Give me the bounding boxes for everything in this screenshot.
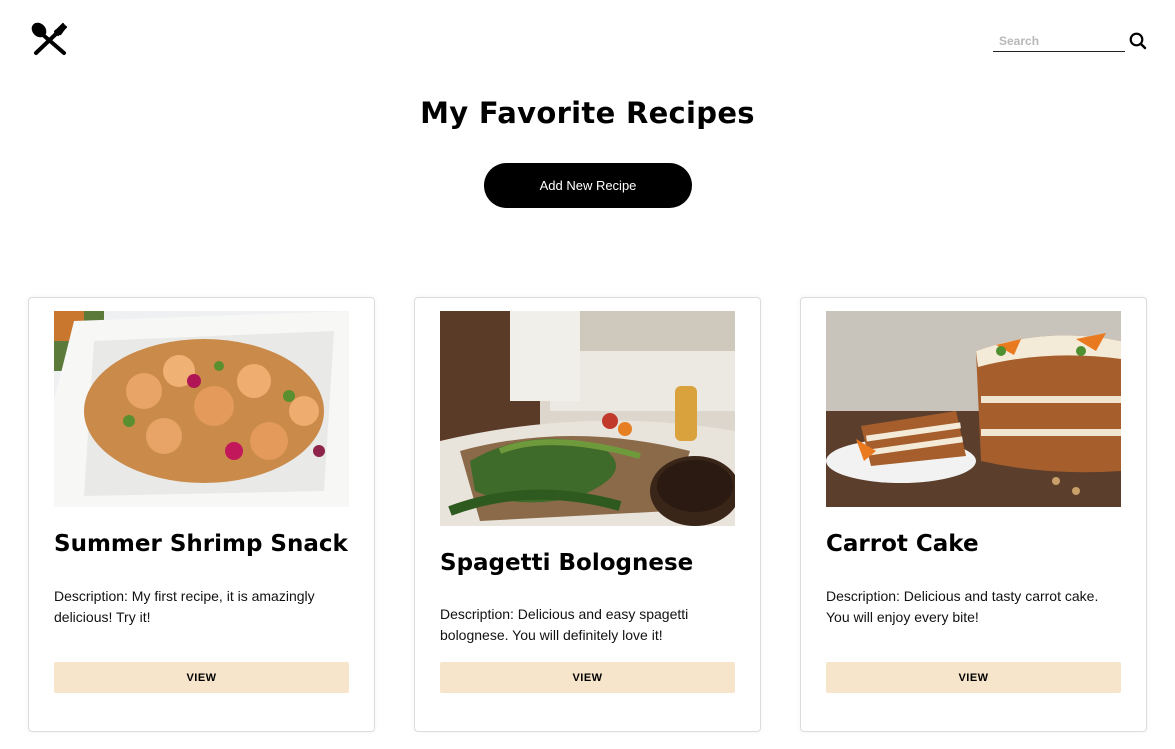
recipe-description: Description: My first recipe, it is amaz…: [54, 588, 315, 625]
search-icon[interactable]: [1129, 32, 1147, 50]
view-recipe-button[interactable]: VIEW: [826, 662, 1121, 693]
recipe-card: Summer Shrimp Snack Description: My firs…: [28, 297, 375, 732]
recipe-title: Spagetti Bolognese: [440, 550, 694, 576]
view-recipe-button[interactable]: VIEW: [54, 662, 349, 693]
recipe-description: Description: Delicious and easy spagetti…: [440, 606, 689, 643]
fork-knife-logo-icon[interactable]: [30, 22, 70, 56]
search-input[interactable]: [993, 30, 1125, 52]
carrot-cake-slice-photo: [826, 311, 1121, 507]
recipe-title: Summer Shrimp Snack: [54, 531, 348, 557]
add-new-recipe-button[interactable]: Add New Recipe: [484, 163, 692, 208]
search-bar: [993, 28, 1148, 54]
recipe-card: Carrot Cake Description: Delicious and t…: [800, 297, 1147, 732]
view-recipe-button[interactable]: VIEW: [440, 662, 735, 693]
chef-chopping-vegetables-photo: [440, 311, 735, 526]
recipe-description: Description: Delicious and tasty carrot …: [826, 588, 1099, 625]
grilled-shrimp-platter-photo: [54, 311, 349, 507]
recipe-title: Carrot Cake: [826, 531, 979, 557]
recipe-card: Spagetti Bolognese Description: Deliciou…: [414, 297, 761, 732]
page-title: My Favorite Recipes: [420, 96, 755, 130]
